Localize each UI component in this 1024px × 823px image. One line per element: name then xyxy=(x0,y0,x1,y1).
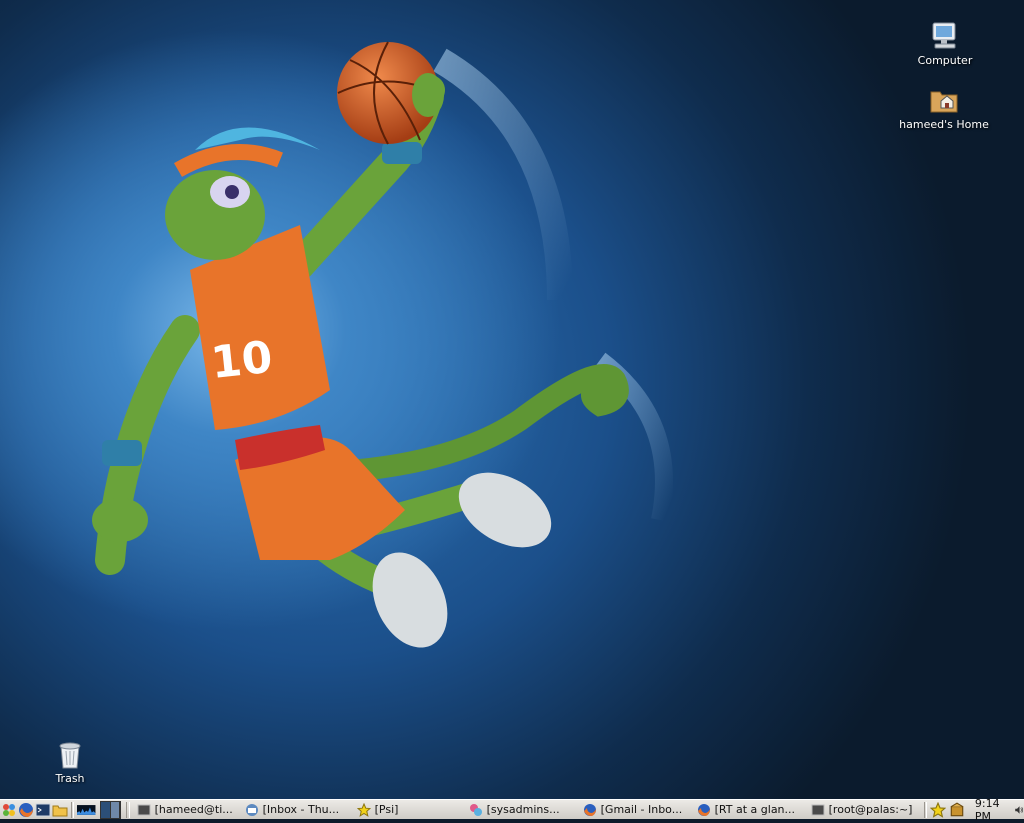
files-launcher[interactable] xyxy=(52,801,68,819)
taskbar-item-label: [RT at a glan... xyxy=(714,803,796,816)
desktop-icon-trash[interactable]: Trash xyxy=(20,740,120,785)
desktop-icon-label: hameed's Home xyxy=(899,118,989,131)
star-icon xyxy=(356,802,371,817)
main-menu-button[interactable] xyxy=(1,801,17,819)
volume-icon[interactable] xyxy=(1014,802,1024,818)
taskbar-item[interactable]: [hameed@ti... xyxy=(133,801,241,819)
jersey-number: 10 xyxy=(209,332,275,389)
bottom-panel: [hameed@ti... [Inbox - Thu... [Psi] [sys… xyxy=(0,797,1024,823)
trash-icon xyxy=(59,742,81,769)
notification-area xyxy=(929,801,965,818)
package-updater-icon[interactable] xyxy=(949,801,965,818)
home-folder-icon xyxy=(930,91,958,113)
panel-separator xyxy=(923,801,927,818)
taskbar-item[interactable]: [RT at a glan... xyxy=(693,801,807,819)
desktop-icon-label: Trash xyxy=(55,772,85,785)
folder-icon xyxy=(52,805,68,816)
taskbar-item-label: [Psi] xyxy=(374,803,399,816)
computer-icon xyxy=(932,22,956,49)
desktop-icon-label: Computer xyxy=(917,54,973,67)
desktop-icon-home[interactable]: hameed's Home xyxy=(894,84,994,131)
suse-menu-icon xyxy=(3,803,15,816)
system-monitor-icon[interactable] xyxy=(77,802,96,818)
firefox-icon xyxy=(583,803,596,816)
firefox-icon xyxy=(19,802,33,817)
taskbar-item-label: [Inbox - Thu... xyxy=(262,803,340,816)
firefox-icon xyxy=(697,803,710,816)
taskbar-item-label: [root@palas:~] xyxy=(828,803,913,816)
terminal-icon xyxy=(811,804,825,815)
taskbar-item[interactable]: [root@palas:~] xyxy=(807,801,921,819)
taskbar-item[interactable]: [Gmail - Inbo... xyxy=(579,801,693,819)
workspace-1[interactable] xyxy=(100,801,111,818)
panel-separator xyxy=(126,801,130,818)
taskbar-item-label: [Gmail - Inbo... xyxy=(600,803,683,816)
firefox-launcher[interactable] xyxy=(18,801,34,819)
taskbar-item-label: [hameed@ti... xyxy=(154,803,233,816)
terminal-launcher[interactable] xyxy=(35,801,51,819)
taskbar-item-label: [sysadmins... xyxy=(486,803,560,816)
workspace-switcher[interactable] xyxy=(99,800,122,819)
desktop[interactable]: 10 Computer hameed's Home Trash xyxy=(0,0,1024,799)
taskbar-item[interactable]: [sysadmins... xyxy=(465,801,579,819)
workspace-2[interactable] xyxy=(111,801,121,818)
chat-icon xyxy=(469,803,482,816)
desktop-icon-computer[interactable]: Computer xyxy=(895,20,995,67)
terminal-icon xyxy=(137,804,151,815)
mail-icon xyxy=(245,803,258,816)
taskbar-item[interactable]: [Psi] xyxy=(353,801,465,819)
wallpaper-gecko-art: 10 xyxy=(92,41,673,648)
taskbar-item[interactable]: [Inbox - Thu... xyxy=(241,801,353,819)
psi-tray-icon[interactable] xyxy=(929,801,946,818)
terminal-icon xyxy=(35,803,51,816)
panel-separator xyxy=(71,801,75,818)
